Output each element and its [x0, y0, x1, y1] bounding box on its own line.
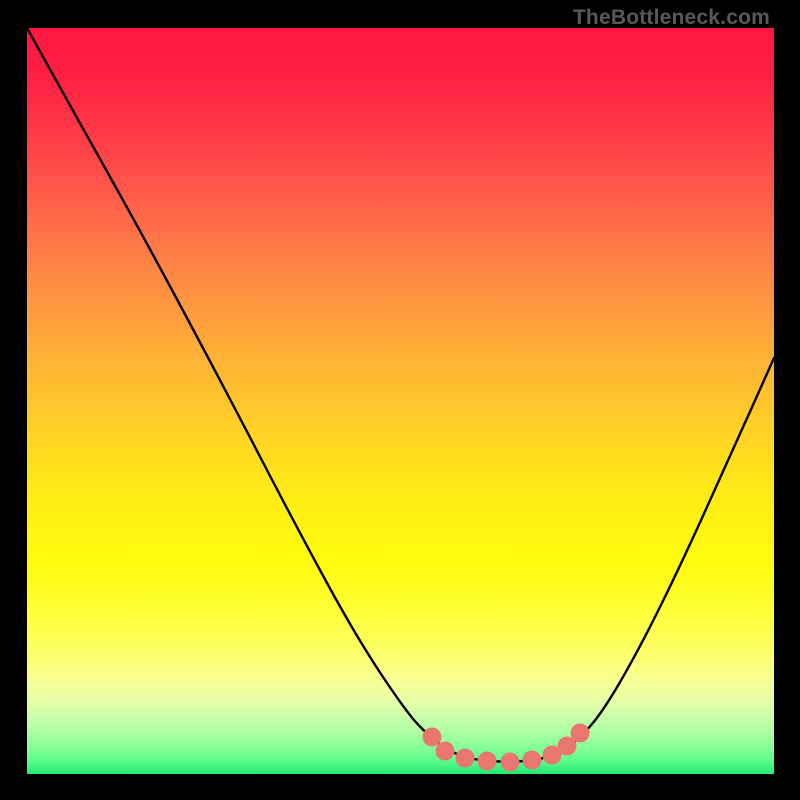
- valley-marker-8: [571, 724, 590, 743]
- attribution-text: TheBottleneck.com: [573, 6, 770, 30]
- valley-marker-4: [501, 753, 520, 772]
- valley-markers: [423, 724, 590, 772]
- valley-marker-1: [436, 742, 455, 761]
- chart-svg: [27, 28, 774, 774]
- curve-group: [27, 28, 774, 762]
- valley-marker-5: [523, 751, 542, 770]
- valley-marker-2: [456, 749, 475, 768]
- valley-marker-0: [423, 728, 442, 747]
- bottleneck-curve: [27, 28, 774, 762]
- chart-stage: TheBottleneck.com: [0, 0, 800, 800]
- valley-marker-3: [478, 752, 497, 771]
- plot-area: [27, 28, 774, 774]
